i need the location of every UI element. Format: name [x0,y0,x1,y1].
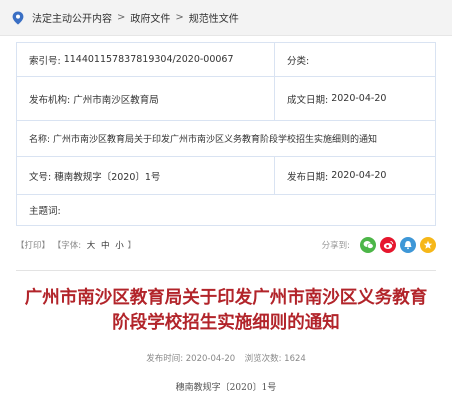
breadcrumb-item-normative-docs[interactable]: 规范性文件 [189,10,239,25]
weibo-share-icon[interactable] [380,237,396,253]
publisher-value: 广州市南沙区教育局 [73,94,159,106]
publish-time-label: 发布时间: [146,354,184,364]
breadcrumb-item-government-docs[interactable]: 政府文件 [130,10,170,25]
document-number-cell: 文号: 穗南教规字〔2020〕1号 [17,157,275,194]
views-value: 1624 [284,354,306,364]
document-name-value: 广州市南沙区教育局关于印发广州市南沙区义务教育阶段学校招生实施细则的通知 [53,135,378,145]
created-date-value: 2020-04-20 [331,93,387,104]
published-date-value: 2020-04-20 [331,170,387,181]
share-label: 分享到: [321,241,350,251]
publisher-cell: 发布机构: 广州市南沙区教育局 [17,77,275,120]
index-number-value: 114401157837819304/2020-00067 [63,54,234,65]
article-tools: 【打印】 【字体: 大 中 小 】 [16,239,137,251]
qzone-share-icon[interactable] [400,237,416,253]
share-bar: 分享到: [322,237,436,253]
article-meta: 发布时间: 2020-04-20 浏览次数: 1624 [0,352,452,364]
article-title: 广州市南沙区教育局关于印发广州市南沙区义务教育阶段学校招生实施细则的通知 [24,288,428,333]
created-date-cell: 成文日期: 2020-04-20 [275,77,435,120]
document-number-value: 穗南教规字〔2020〕1号 [54,171,161,183]
breadcrumb-separator: > [117,12,126,23]
font-size-prefix: 【字体: [52,241,82,251]
created-date-label: 成文日期: [287,94,329,106]
document-name-cell: 名称: 广州市南沙区教育局关于印发广州市南沙区义务教育阶段学校招生实施细则的通知 [17,121,435,156]
location-pin-icon [12,11,24,25]
index-number-label: 索引号: [29,55,61,67]
views-label: 浏览次数: [244,354,282,364]
publish-time-value: 2020-04-20 [185,354,236,364]
print-button[interactable]: 【打印】 [16,241,50,251]
font-large-button[interactable]: 大 [87,241,96,251]
breadcrumb-item-public-content[interactable]: 法定主动公开内容 [32,10,112,25]
meta-row-publisher: 发布机构: 广州市南沙区教育局 成文日期: 2020-04-20 [17,77,435,121]
article-tools-bar: 【打印】 【字体: 大 中 小 】 分享到: [16,232,436,258]
document-metadata-table: 索引号: 114401157837819304/2020-00067 分类: 发… [16,42,436,226]
favorite-star-icon[interactable] [420,237,436,253]
publisher-label: 发布机构: [29,94,71,106]
meta-row-docno: 文号: 穗南教规字〔2020〕1号 发布日期: 2020-04-20 [17,157,435,195]
font-size-suffix: 】 [127,241,136,251]
subject-cell: 主题词: [17,195,435,225]
meta-row-index: 索引号: 114401157837819304/2020-00067 分类: [17,43,435,77]
document-number-label: 文号: [29,171,52,183]
font-medium-button[interactable]: 中 [101,241,110,251]
meta-row-name: 名称: 广州市南沙区教育局关于印发广州市南沙区义务教育阶段学校招生实施细则的通知 [17,121,435,157]
breadcrumb-separator: > [175,12,184,23]
document-name-label: 名称: [29,135,51,145]
published-date-cell: 发布日期: 2020-04-20 [275,157,435,194]
index-number-cell: 索引号: 114401157837819304/2020-00067 [17,43,275,76]
subject-label: 主题词: [29,206,61,217]
published-date-label: 发布日期: [287,171,329,183]
content-divider [16,270,436,271]
breadcrumb: 法定主动公开内容 > 政府文件 > 规范性文件 [0,0,452,36]
meta-row-subject: 主题词: [17,195,435,225]
font-small-button[interactable]: 小 [115,241,124,251]
wechat-share-icon[interactable] [360,237,376,253]
article-document-number: 穗南教规字〔2020〕1号 [175,383,277,393]
category-label: 分类: [287,55,310,67]
category-cell: 分类: [275,43,435,76]
